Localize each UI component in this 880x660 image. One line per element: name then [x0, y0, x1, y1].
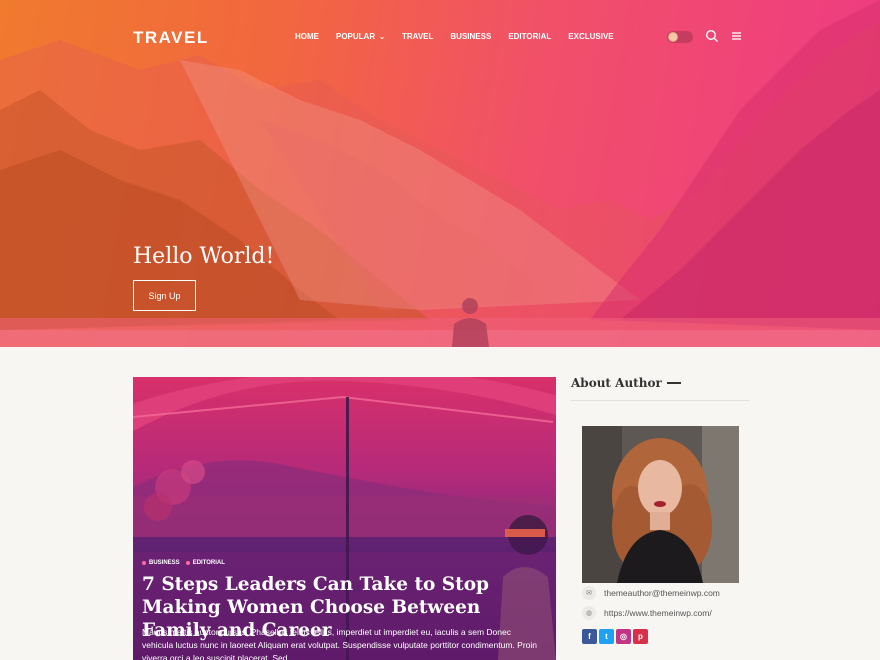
social-links: f t ◎ p	[582, 629, 648, 644]
divider	[571, 400, 749, 401]
search-icon[interactable]	[705, 29, 719, 43]
category-label: EDITORIAL	[192, 560, 225, 566]
widget-title: About Author	[571, 376, 681, 390]
dark-mode-toggle[interactable]	[667, 31, 693, 43]
title-dash	[666, 382, 681, 384]
facebook-icon[interactable]: f	[582, 629, 597, 644]
website-text[interactable]: https://www.themeinwp.com/	[604, 608, 712, 618]
sign-up-button[interactable]: Sign Up	[133, 280, 196, 311]
author-photo	[582, 426, 739, 583]
email-text[interactable]: themeauthor@themeinwp.com	[604, 588, 720, 598]
nav-item-popular-label: POPULAR	[336, 32, 376, 41]
author-website: ◍ https://www.themeinwp.com/	[582, 606, 712, 620]
primary-nav: HOME POPULAR ⌄ TRAVEL BUSINESS EDITORIAL …	[295, 32, 631, 41]
nav-item-travel[interactable]: TRAVEL	[402, 32, 433, 41]
site-logo[interactable]: TRAVEL	[133, 28, 209, 48]
post-excerpt: Mauris mattis auctor cursus. Phasellus t…	[142, 627, 538, 660]
category-business[interactable]: BUSINESS	[142, 560, 180, 566]
hero-banner: TRAVEL HOME POPULAR ⌄ TRAVEL BUSINESS EDI…	[0, 0, 880, 347]
nav-item-exclusive[interactable]: EXCLUSIVE	[568, 32, 613, 41]
featured-post-card[interactable]: BUSINESS EDITORIAL 7 Steps Leaders Can T…	[133, 377, 556, 660]
nav-item-home[interactable]: HOME	[295, 32, 319, 41]
category-label: BUSINESS	[149, 560, 180, 566]
hero-title: Hello World!	[133, 244, 275, 269]
email-icon: ✉	[582, 586, 596, 600]
globe-icon: ◍	[582, 606, 596, 620]
widget-title-text: About Author	[571, 376, 662, 390]
hamburger-menu-icon[interactable]	[730, 29, 744, 43]
author-email: ✉ themeauthor@themeinwp.com	[582, 586, 720, 600]
chevron-down-icon: ⌄	[379, 33, 385, 41]
nav-item-popular[interactable]: POPULAR ⌄	[336, 32, 385, 41]
nav-item-business[interactable]: BUSINESS	[450, 32, 491, 41]
twitter-icon[interactable]: t	[599, 629, 614, 644]
pinterest-icon[interactable]: p	[633, 629, 648, 644]
toggle-knob	[668, 32, 678, 42]
category-dot-icon	[142, 561, 146, 565]
category-editorial[interactable]: EDITORIAL	[185, 560, 225, 566]
instagram-icon[interactable]: ◎	[616, 629, 631, 644]
category-dot-icon	[185, 561, 190, 565]
nav-item-editorial[interactable]: EDITORIAL	[508, 32, 551, 41]
post-categories: BUSINESS EDITORIAL	[142, 560, 225, 566]
mountain-lake-background	[0, 0, 880, 347]
